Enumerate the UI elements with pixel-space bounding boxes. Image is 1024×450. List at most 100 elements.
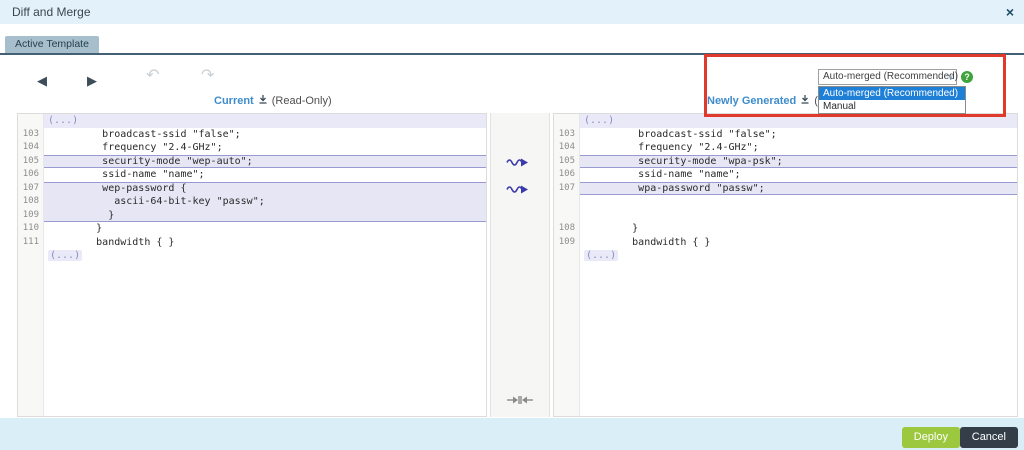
line-number: 105 — [18, 155, 44, 169]
code-line: 105 security-mode "wpa-psk"; — [554, 155, 1017, 169]
next-diff-button[interactable]: ▶ — [87, 74, 97, 88]
line-number: 108 — [18, 195, 44, 209]
code-line: 103 broadcast-ssid "false"; — [18, 128, 486, 142]
code-line: 107 wep-password { — [18, 182, 486, 196]
line-number: 105 — [554, 155, 580, 169]
line-number: 103 — [554, 128, 580, 142]
code-text: ssid-name "name"; — [44, 168, 486, 182]
code-line: 106 ssid-name "name"; — [554, 168, 1017, 182]
collapsed-region[interactable]: (...) — [44, 249, 486, 263]
line-number: 104 — [554, 141, 580, 155]
code-line: 111 bandwidth { } — [18, 236, 486, 250]
code-text: ssid-name "name"; — [580, 168, 1017, 182]
code-text — [580, 209, 1017, 223]
line-number: 103 — [18, 128, 44, 142]
code-line: (...) — [18, 249, 486, 263]
merge-gutter — [490, 113, 550, 417]
code-line: 105 security-mode "wep-auto"; — [18, 155, 486, 169]
collapsed-region[interactable]: (...) — [44, 114, 486, 128]
line-number — [554, 209, 580, 223]
line-number — [18, 114, 44, 128]
line-number — [554, 195, 580, 209]
code-rows: (...)103 broadcast-ssid "false";104 freq… — [18, 114, 486, 263]
collapsed-region[interactable]: (...) — [580, 249, 1017, 263]
line-number — [18, 249, 44, 263]
line-number: 109 — [18, 209, 44, 223]
code-line: 103 broadcast-ssid "false"; — [554, 128, 1017, 142]
code-line: (...) — [554, 249, 1017, 263]
code-text: ascii-64-bit-key "passw"; — [44, 195, 486, 209]
dialog-title: Diff and Merge — [12, 0, 91, 24]
collapsed-region-chip[interactable]: (...) — [48, 250, 82, 261]
code-line: 108 ascii-64-bit-key "passw"; — [18, 195, 486, 209]
line-number: 104 — [18, 141, 44, 155]
line-number: 107 — [18, 182, 44, 196]
code-text: wpa-password "passw"; — [580, 182, 1017, 196]
code-text: security-mode "wep-auto"; — [44, 155, 486, 169]
code-text: wep-password { — [44, 182, 486, 196]
tab-underline — [0, 53, 1024, 55]
current-label: Current — [214, 95, 254, 107]
merge-line-arrow-icon[interactable] — [505, 155, 529, 166]
code-line: 109 bandwidth { } — [554, 236, 1017, 250]
code-line: (...) — [18, 114, 486, 128]
line-number: 109 — [554, 236, 580, 250]
collapsed-region-chip[interactable]: (...) — [584, 250, 618, 261]
dropdown-option-auto-merged[interactable]: Auto-merged (Recommended) — [819, 87, 965, 100]
help-icon[interactable]: ? — [961, 71, 973, 83]
prev-diff-button[interactable]: ◀ — [37, 74, 47, 88]
merge-mode-select[interactable]: Auto-merged (Recommended) ∨ — [818, 69, 957, 85]
code-line: 104 frequency "2.4-GHz"; — [18, 141, 486, 155]
code-line — [554, 195, 1017, 209]
collapsed-region[interactable]: (...) — [580, 114, 1017, 128]
current-suffix: (Read-Only) — [272, 95, 332, 107]
dropdown-option-manual[interactable]: Manual — [819, 100, 965, 113]
code-text: broadcast-ssid "false"; — [44, 128, 486, 142]
code-line: (...) — [554, 114, 1017, 128]
line-number — [554, 249, 580, 263]
line-number — [554, 114, 580, 128]
current-pane-label: Current (Read-Only) — [214, 94, 332, 107]
code-line: 104 frequency "2.4-GHz"; — [554, 141, 1017, 155]
code-line: 109 } — [18, 209, 486, 223]
code-text: frequency "2.4-GHz"; — [580, 141, 1017, 155]
code-text: } — [580, 222, 1017, 236]
chevron-down-icon: ∨ — [947, 70, 954, 84]
code-line: 107 wpa-password "passw"; — [554, 182, 1017, 196]
current-code-pane: (...)103 broadcast-ssid "false";104 freq… — [17, 113, 487, 417]
merge-all-icon[interactable] — [506, 393, 534, 411]
merge-line-arrow-icon[interactable] — [505, 182, 529, 193]
download-icon[interactable] — [258, 94, 268, 107]
dialog-footer: Deploy Cancel — [0, 418, 1024, 450]
code-line: 110 } — [18, 222, 486, 236]
newly-generated-label: Newly Generated — [707, 95, 796, 107]
download-icon[interactable] — [800, 94, 810, 107]
line-number: 111 — [18, 236, 44, 250]
tab-bar: Active Template — [0, 24, 1024, 53]
newly-generated-code-pane: (...)103 broadcast-ssid "false";104 freq… — [553, 113, 1018, 417]
merge-mode-selected-value: Auto-merged (Recommended) — [823, 71, 958, 82]
code-text: } — [44, 209, 486, 223]
line-number: 110 — [18, 222, 44, 236]
line-number: 106 — [18, 168, 44, 182]
code-line — [554, 209, 1017, 223]
code-text: bandwidth { } — [44, 236, 486, 250]
undo-icon[interactable]: ↶ — [146, 69, 159, 83]
code-text — [580, 195, 1017, 209]
line-number: 107 — [554, 182, 580, 196]
code-line: 108 } — [554, 222, 1017, 236]
code-text: } — [44, 222, 486, 236]
code-rows: (...)103 broadcast-ssid "false";104 freq… — [554, 114, 1017, 263]
line-number: 108 — [554, 222, 580, 236]
cancel-button[interactable]: Cancel — [960, 427, 1018, 448]
tab-active-template[interactable]: Active Template — [5, 36, 99, 53]
redo-icon[interactable]: ↷ — [201, 69, 214, 83]
close-icon[interactable]: × — [1006, 0, 1014, 24]
code-text: frequency "2.4-GHz"; — [44, 141, 486, 155]
diff-and-merge-dialog: Diff and Merge × Active Template ◀ ▶ ↶ ↷… — [0, 0, 1024, 450]
code-line: 106 ssid-name "name"; — [18, 168, 486, 182]
deploy-button[interactable]: Deploy — [902, 427, 960, 448]
code-text: security-mode "wpa-psk"; — [580, 155, 1017, 169]
code-text: broadcast-ssid "false"; — [580, 128, 1017, 142]
merge-mode-dropdown-list: Auto-merged (Recommended) Manual — [818, 86, 966, 114]
